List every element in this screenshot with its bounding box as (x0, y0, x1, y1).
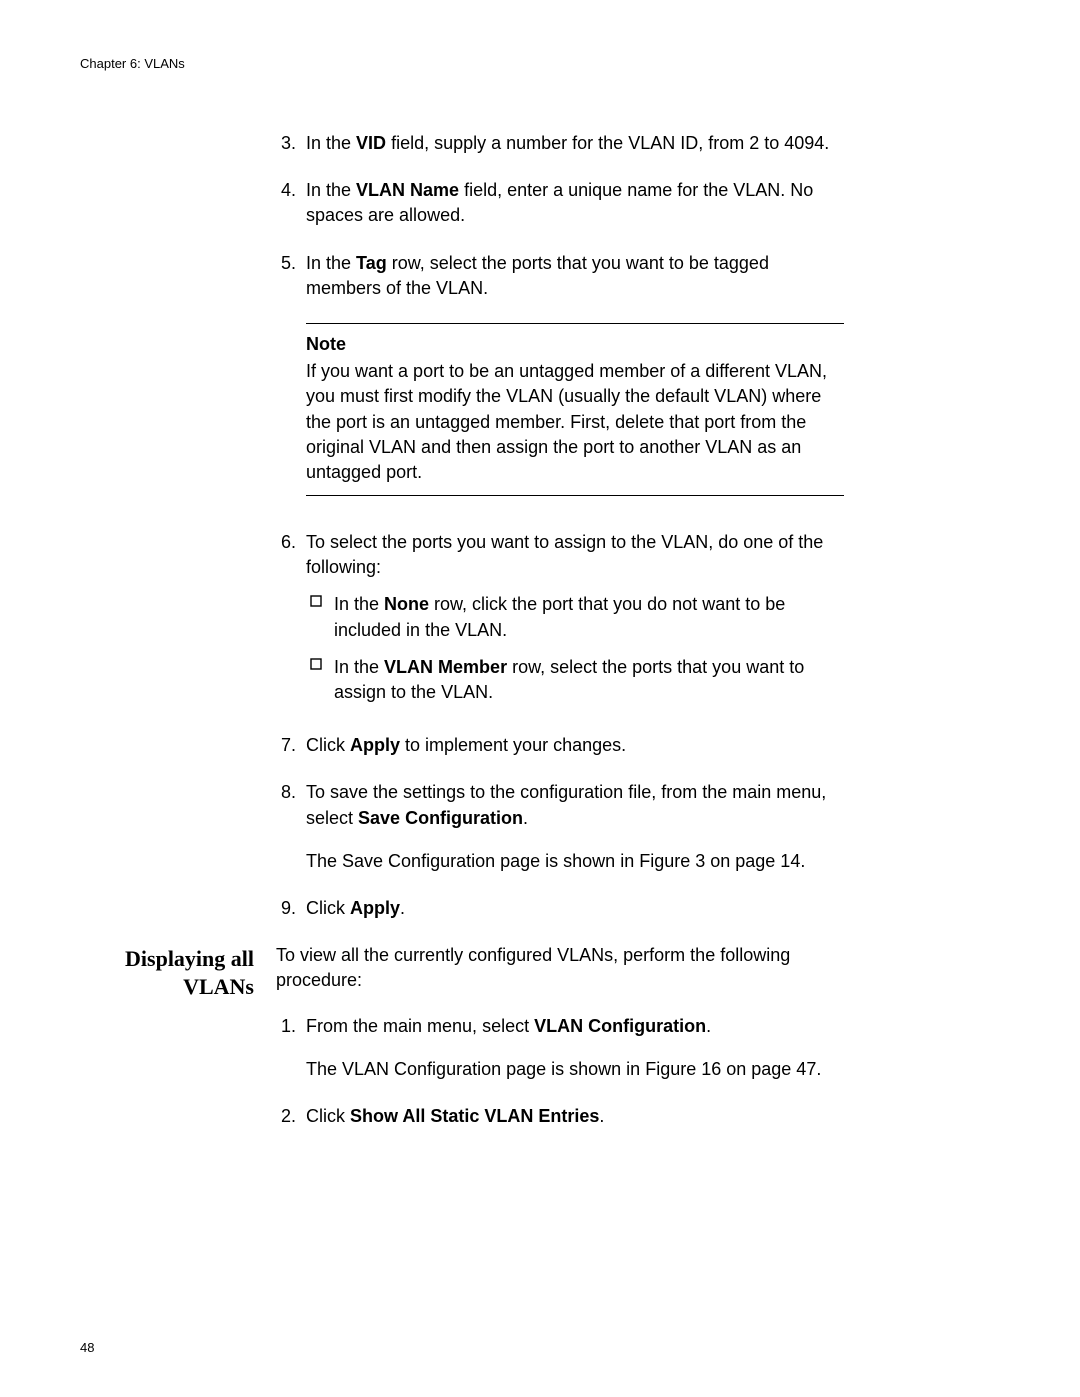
section2-step-2: 2. Click Show All Static VLAN Entries. (276, 1104, 844, 1129)
substep-6a: In the None row, click the port that you… (306, 592, 844, 642)
section-intro: To view all the currently configured VLA… (276, 943, 844, 993)
note-box: Note If you want a port to be an untagge… (306, 323, 844, 496)
step-number: 7. (276, 733, 306, 758)
note-body: If you want a port to be an untagged mem… (306, 359, 844, 485)
text: Click (306, 898, 350, 918)
text: In the (306, 253, 356, 273)
bold-term: Show All Static VLAN Entries (350, 1106, 599, 1126)
text: . (523, 808, 528, 828)
text: . (400, 898, 405, 918)
text: . (599, 1106, 604, 1126)
step-6: 6. To select the ports you want to assig… (276, 530, 844, 711)
bold-term: Apply (350, 898, 400, 918)
text: In the (334, 594, 384, 614)
text: Click (306, 735, 350, 755)
substep-6b: In the VLAN Member row, select the ports… (306, 655, 844, 705)
page-number: 48 (80, 1340, 94, 1355)
text: In the (334, 657, 384, 677)
bold-term: VID (356, 133, 386, 153)
step-number: 2. (276, 1104, 306, 1129)
step-number: 8. (276, 780, 306, 874)
step-5: 5. In the Tag row, select the ports that… (276, 251, 844, 301)
running-header: Chapter 6: VLANs (80, 56, 1000, 71)
bold-term: Apply (350, 735, 400, 755)
bold-term: Tag (356, 253, 387, 273)
step-8: 8. To save the settings to the configura… (276, 780, 844, 874)
text: From the main menu, select (306, 1016, 534, 1036)
bold-term: Save Configuration (358, 808, 523, 828)
text: . (706, 1016, 711, 1036)
step-number: 3. (276, 131, 306, 156)
step-number: 6. (276, 530, 306, 711)
step-4: 4. In the VLAN Name field, enter a uniqu… (276, 178, 844, 228)
text: In the (306, 133, 356, 153)
step-number: 4. (276, 178, 306, 228)
text: Click (306, 1106, 350, 1126)
note-title: Note (306, 332, 844, 357)
step-number: 5. (276, 251, 306, 301)
bullet-icon (306, 655, 334, 705)
text: field, supply a number for the VLAN ID, … (386, 133, 829, 153)
step-7: 7. Click Apply to implement your changes… (276, 733, 844, 758)
bold-term: VLAN Configuration (534, 1016, 706, 1036)
section2-step-1: 1. From the main menu, select VLAN Confi… (276, 1014, 844, 1082)
step-number: 9. (276, 896, 306, 921)
followup-text: The VLAN Configuration page is shown in … (306, 1057, 844, 1082)
step-3: 3. In the VID field, supply a number for… (276, 131, 844, 156)
text: to implement your changes. (400, 735, 626, 755)
section-heading-displaying-vlans: Displaying all VLANs (80, 943, 276, 1151)
text: In the (306, 180, 356, 200)
step-number: 1. (276, 1014, 306, 1082)
bold-term: None (384, 594, 429, 614)
bold-term: VLAN Name (356, 180, 459, 200)
followup-text: The Save Configuration page is shown in … (306, 849, 844, 874)
bullet-icon (306, 592, 334, 642)
step-9: 9. Click Apply. (276, 896, 844, 921)
text: To select the ports you want to assign t… (306, 530, 844, 580)
bold-term: VLAN Member (384, 657, 507, 677)
